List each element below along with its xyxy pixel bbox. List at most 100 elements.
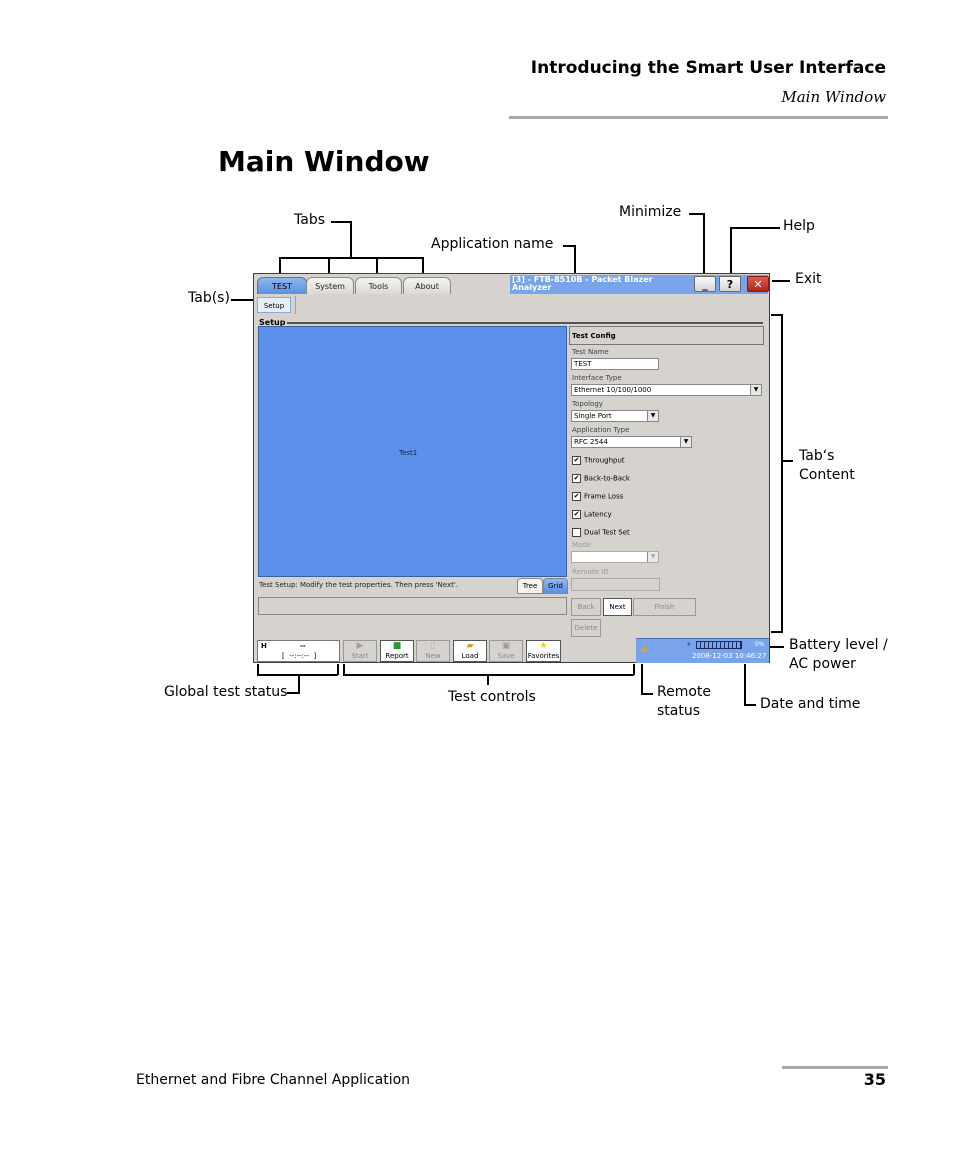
topology-value: Single Port [574,412,612,420]
throughput-checkbox[interactable]: ✔ Throughput [572,456,625,466]
report-label: Report [385,652,409,660]
new-button[interactable]: ▯ New [416,640,450,662]
footer-text: Ethernet and Fibre Channel Application [136,1072,411,1088]
save-button[interactable]: ▣ Save [489,640,523,662]
play-icon: ▶ [356,641,364,651]
tab-test[interactable]: TEST [257,277,307,294]
callout-line [770,646,784,648]
dual-test-set-label: Dual Test Set [584,528,630,537]
topology-select[interactable]: Single Port ▼ [571,410,659,422]
callout-line [744,704,756,706]
callout-line [331,221,351,223]
grid-view-button[interactable]: Grid [543,578,568,594]
next-button[interactable]: Next [603,598,632,616]
checkbox-checked-icon: ✔ [572,456,581,465]
status-indicator: H [261,642,267,650]
load-button[interactable]: ▰ Load [453,640,487,662]
chevron-down-icon: ▼ [750,385,761,395]
tab-about[interactable]: About [403,277,451,294]
date-time: 2008-12-03 10:46:27 [692,652,767,660]
tree-view-button[interactable]: Tree [517,578,543,594]
mode-select[interactable]: ▼ [571,551,659,563]
annotation-help: Help [783,218,815,234]
status-timer: [ --:--:-- ] [282,652,317,660]
annotation-exit: Exit [795,271,822,287]
chevron-down-icon: ▼ [647,411,658,421]
new-file-icon: ▯ [430,641,436,651]
dual-test-set-checkbox[interactable]: Dual Test Set [572,528,630,538]
remote-id-label: Remote ID [572,568,609,576]
callout-line [231,299,253,301]
remote-status-icon[interactable]: ♟ [640,644,649,655]
back-to-back-label: Back-to-Back [584,474,630,483]
page-title: Main Window [218,145,430,178]
test-setup-canvas[interactable]: Test1 [258,326,567,577]
delete-button[interactable]: Delete [571,619,601,637]
tab-system[interactable]: System [306,277,354,294]
minimize-button[interactable]: _ [694,276,716,292]
favorites-label: Favorites [527,652,560,660]
callout-line [730,227,732,275]
footer-rule [782,1066,888,1069]
callout-line [376,257,378,273]
subtab-setup[interactable]: Setup [257,297,291,313]
status-value: -- [300,642,306,650]
interface-type-value: Ethernet 10/100/1000 [574,386,652,394]
test-item[interactable]: Test1 [399,449,417,457]
new-label: New [425,652,441,660]
start-label: Start [351,652,369,660]
interface-type-label: Interface Type [572,374,622,382]
callout-line [641,693,653,695]
message-bar [258,597,567,615]
callout-line [350,221,352,258]
help-button[interactable]: ? [719,276,741,292]
remote-id-input[interactable] [571,578,660,591]
annotation-minimize: Minimize [619,204,682,220]
favorites-button[interactable]: ★ Favorites [526,640,561,662]
section-header-subtitle: Main Window [781,88,886,106]
checkbox-checked-icon: ✔ [572,474,581,483]
start-button[interactable]: ▶ Start [343,640,377,662]
annotation-remote-status-2: status [657,703,701,719]
finish-button[interactable]: Finish [633,598,696,616]
header-rule [509,116,888,119]
callout-line [337,664,339,675]
latency-checkbox[interactable]: ✔ Latency [572,510,612,520]
callout-line [287,692,299,694]
annotation-battery-1: Battery level / [789,637,888,653]
back-button[interactable]: Back [571,598,601,616]
callout-line [703,213,705,275]
callout-line [279,257,424,259]
callout-line [781,314,783,632]
battery-level-icon [696,641,742,649]
annotation-test-controls: Test controls [448,689,536,705]
frame-loss-label: Frame Loss [584,492,624,501]
group-divider [287,322,763,324]
application-type-value: RFC 2544 [574,438,608,446]
test-name-label: Test Name [572,348,609,356]
ac-power-icon: ⚡ [686,640,692,649]
frame-loss-checkbox[interactable]: ✔ Frame Loss [572,492,623,502]
subtab-bar: Setup [254,294,769,316]
battery-percent: 0% [755,641,765,648]
tab-tools[interactable]: Tools [355,277,402,294]
callout-line [771,631,783,633]
callout-line [772,280,790,282]
annotation-global-test-status: Global test status [164,684,288,700]
interface-type-select[interactable]: Ethernet 10/100/1000 ▼ [571,384,762,396]
callout-line [279,257,281,273]
callout-line [487,674,489,685]
annotation-battery-2: AC power [789,656,856,672]
latency-label: Latency [584,510,612,519]
topology-label: Topology [572,400,603,408]
report-button[interactable]: ■ Report [380,640,414,662]
annotation-application-name: Application name [431,236,554,252]
exit-button[interactable]: ✕ [747,276,769,292]
application-type-select[interactable]: RFC 2544 ▼ [571,436,692,448]
global-test-status: H -- [ --:--:-- ] [257,640,340,662]
test-name-input[interactable]: TEST [571,358,659,370]
throughput-label: Throughput [584,456,625,465]
callout-line [730,227,780,229]
checkbox-checked-icon: ✔ [572,510,581,519]
back-to-back-checkbox[interactable]: ✔ Back-to-Back [572,474,630,484]
